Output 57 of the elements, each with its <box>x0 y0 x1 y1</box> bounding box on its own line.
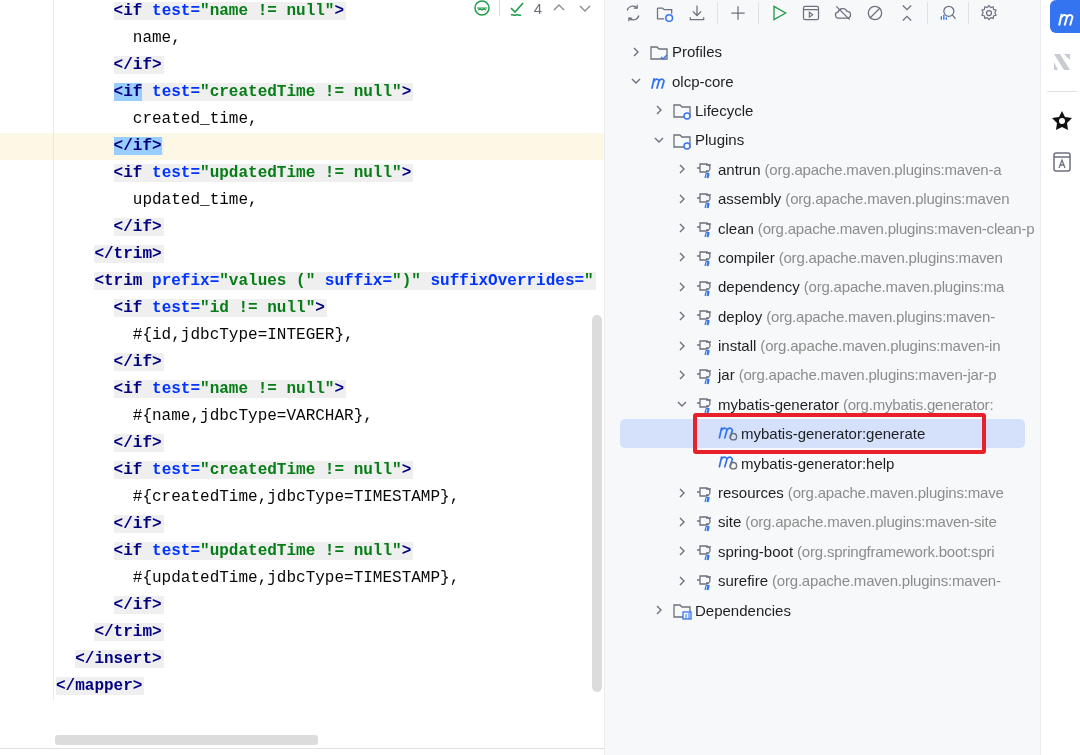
plugin-coordinates: (org.apache.maven.plugins:maven-in <box>760 337 1001 355</box>
inspection-count: 4 <box>533 0 542 17</box>
tree-item-label[interactable]: compiler <box>718 248 775 266</box>
code-line: </if> <box>113 137 164 155</box>
code-line: name, <box>132 29 181 47</box>
code-line: #{id,jdbcType=INTEGER}, <box>132 326 354 344</box>
plus-icon[interactable] <box>728 3 748 23</box>
scrollbar-thumb[interactable] <box>55 735 318 745</box>
selected-tree-row[interactable]: mybatis-generator:generate <box>620 419 1025 449</box>
tree-item-label[interactable]: install <box>718 337 757 355</box>
skip-icon[interactable] <box>865 3 885 23</box>
plugin-coordinates: (org.apache.maven.plugins:maven-clean-p <box>757 219 1035 237</box>
tree-item-label[interactable]: assembly <box>718 190 782 208</box>
tree-item-label[interactable]: dependency <box>718 278 800 296</box>
code-line: created_time, <box>132 110 258 128</box>
tree-item-label[interactable]: Dependencies <box>695 601 791 619</box>
settings-icon[interactable] <box>979 3 999 23</box>
tree-item-label[interactable]: Plugins <box>695 131 745 149</box>
tree-item-label[interactable]: deploy <box>718 307 763 325</box>
code-line: updated_time, <box>132 191 258 209</box>
plugin-coordinates: (org.apache.maven.plugins:mave <box>787 484 1004 502</box>
tree-item-label[interactable]: spring-boot <box>718 542 794 560</box>
goal-icon <box>718 456 738 471</box>
plugin-coordinates: (org.apache.maven.plugins:ma <box>803 278 1005 296</box>
tree-item-label[interactable]: mybatis-generator:generate <box>741 425 926 443</box>
code-line: #{name,jdbcType=VARCHAR}, <box>132 407 373 425</box>
tree-item-label[interactable]: resources <box>718 484 784 502</box>
tree-item-label[interactable]: Lifecycle <box>695 101 754 119</box>
tree-item-label[interactable]: mybatis-generator:help <box>741 454 895 472</box>
plugin-coordinates: (org.apache.maven.plugins:maven- <box>766 307 995 325</box>
plugin-coordinates: (org.apache.maven.plugins:maven <box>778 248 1003 266</box>
tree-item-label[interactable]: clean <box>718 219 754 237</box>
plugin-coordinates: (org.apache.maven.plugins:maven-site <box>745 513 997 531</box>
scrollbar-thumb[interactable] <box>592 315 602 692</box>
plugin-coordinates: (org.apache.maven.plugins:maven- <box>772 572 1001 590</box>
goal-icon <box>718 426 738 441</box>
tree-item-label[interactable]: Profiles <box>672 43 723 61</box>
maven-tool-button[interactable] <box>1050 0 1080 33</box>
download-icon[interactable] <box>687 3 707 23</box>
check-icon[interactable] <box>507 0 526 17</box>
plugin-coordinates: (org.apache.maven.plugins:maven-a <box>764 160 1002 178</box>
code-line: #{createdTime,jdbcType=TIMESTAMP}, <box>132 488 460 506</box>
tree-item-label[interactable]: mybatis-generator <box>718 395 839 413</box>
inspection-icon[interactable] <box>472 0 491 17</box>
tree-item-label[interactable]: antrun <box>718 160 761 178</box>
tree-item-label[interactable]: jar <box>718 366 735 384</box>
tree-item-label[interactable]: olcp-core <box>672 72 734 90</box>
code-line: #{updatedTime,jdbcType=TIMESTAMP}, <box>132 569 460 587</box>
cloud-off-icon[interactable] <box>833 3 853 23</box>
analyze-icon[interactable] <box>938 3 958 23</box>
tree-item-label[interactable]: site <box>718 513 742 531</box>
tree-item-label[interactable]: surefire <box>718 572 769 590</box>
plugin-coordinates: (org.apache.maven.plugins:maven <box>785 190 1010 208</box>
console-icon[interactable] <box>801 3 821 23</box>
plugin-coordinates: (org.apache.maven.plugins:maven-jar-p <box>738 366 997 384</box>
plugin-coordinates: (org.springframework.boot:spri <box>797 542 995 560</box>
plugin-coordinates: (org.mybatis.generator: <box>842 395 994 413</box>
